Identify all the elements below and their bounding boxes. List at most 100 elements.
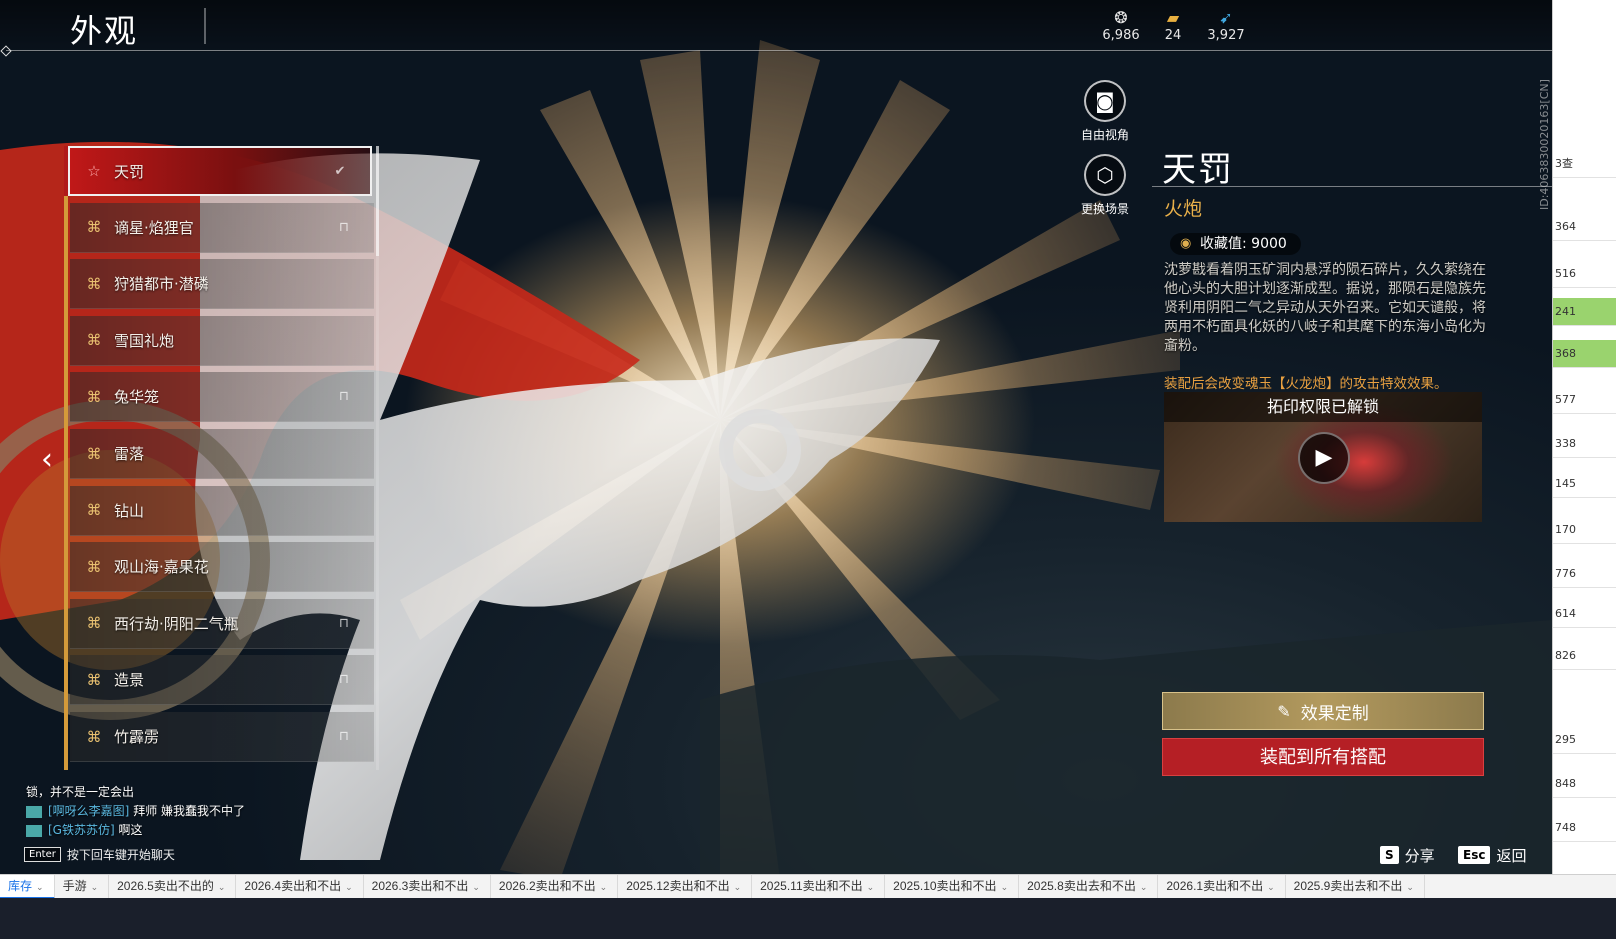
currency-jade: ❂ 6,986	[1096, 8, 1146, 43]
appearance-mark-icon: ⌘	[86, 557, 102, 576]
chat-sender[interactable]: [啊呀么李嘉图]	[48, 804, 129, 818]
appearance-mark-icon: ⌘	[86, 727, 102, 746]
sheet-cell[interactable]: 848	[1553, 770, 1616, 798]
lock-icon: ⊓	[338, 729, 350, 744]
play-icon[interactable]: ▶	[1298, 432, 1350, 484]
sheet-cell[interactable]: 614	[1553, 600, 1616, 628]
free-view-label: 自由视角	[1080, 128, 1129, 142]
sheet-tab-label: 2026.5卖出不出的	[117, 879, 214, 893]
share-hint[interactable]: S 分享	[1380, 844, 1435, 866]
spreadsheet-column: 3查 364 516 241 368 577 338 145 170 776 614 826 295 84…	[1552, 0, 1616, 874]
sheet-tab[interactable]: 2026.5卖出不出的 ⌄	[109, 875, 237, 899]
chat-channel-icon	[26, 805, 42, 818]
back-hint[interactable]: Esc 返回	[1458, 844, 1526, 866]
list-item[interactable]: ⌘ 西行劫·阴阳二气瓶 ⊓	[70, 598, 374, 649]
list-item[interactable]: ⌘ 狩猎都市·潜磷	[70, 259, 374, 310]
sheet-cell[interactable]: 295	[1553, 726, 1616, 754]
sheet-cell[interactable]: 241	[1553, 298, 1616, 326]
list-item[interactable]: ⌘ 竹霹雳 ⊓	[70, 712, 374, 762]
sheet-tab[interactable]: 2025.11卖出和不出 ⌄	[752, 875, 886, 899]
sheet-cell[interactable]: 3查	[1553, 150, 1616, 178]
appearance-mark-icon: ⌘	[86, 614, 102, 633]
sheet-cell[interactable]: 338	[1553, 430, 1616, 458]
chevron-down-icon[interactable]: ⌄	[600, 882, 608, 892]
list-item[interactable]: ⌘ 钻山	[70, 485, 374, 536]
game-viewport[interactable]: 外观 ❂ 6,986 ▰ 24 ➹ 3,927 ☆ 天罚 ✔ ⌘ 谪星·焰狸官 ⊓ ⌘ 狩猎都…	[0, 0, 1552, 900]
top-bar	[0, 0, 1552, 52]
sheet-tab-label: 手游	[62, 879, 87, 893]
scene-icon: ⬡	[1084, 154, 1126, 196]
sheet-tab-label: 2025.8卖出去和不出	[1027, 879, 1136, 893]
chevron-down-icon[interactable]: ⌄	[91, 882, 99, 892]
list-item[interactable]: ⌘ 谪星·焰狸官 ⊓	[70, 202, 374, 253]
ticket-currency-icon: ▰	[1166, 8, 1180, 27]
page-title: 外观	[70, 12, 139, 50]
sheet-tab[interactable]: 2025.8卖出去和不出 ⌄	[1019, 875, 1159, 899]
collection-value-badge: ◉ 收藏值: 9000	[1170, 233, 1301, 255]
sheet-cell[interactable]: 826	[1553, 642, 1616, 670]
chevron-left-icon[interactable]: ‹	[34, 438, 60, 482]
check-icon: ✔	[334, 163, 346, 179]
equip-all-button[interactable]: 装配到所有搭配	[1162, 738, 1484, 776]
sheet-tab[interactable]: 2025.9卖出去和不出 ⌄	[1286, 875, 1425, 899]
sheet-cell[interactable]: 577	[1553, 386, 1616, 414]
sheet-tab[interactable]: 2025.12卖出和不出 ⌄	[618, 875, 753, 899]
chevron-down-icon[interactable]: ⌄	[218, 882, 226, 892]
chevron-down-icon[interactable]: ⌄	[1406, 882, 1414, 892]
chevron-down-icon[interactable]: ⌄	[36, 882, 44, 892]
chat-text: 啊这	[118, 823, 143, 837]
sheet-tab[interactable]: 2026.1卖出和不出 ⌄	[1158, 875, 1286, 899]
chevron-down-icon[interactable]: ⌄	[1001, 882, 1009, 892]
share-key: S	[1380, 846, 1399, 864]
chevron-down-icon[interactable]: ⌄	[472, 882, 480, 892]
currency-value: 6,986	[1102, 28, 1140, 43]
list-accent-track	[64, 146, 68, 770]
change-scene-button[interactable]: ⬡ 更换场景	[1078, 154, 1132, 217]
sheet-cell[interactable]: 364	[1553, 213, 1616, 241]
sheet-tab[interactable]: 2026.4卖出和不出 ⌄	[236, 875, 364, 899]
list-scroll-thumb[interactable]	[376, 146, 379, 256]
chevron-down-icon[interactable]: ⌄	[867, 882, 875, 892]
top-divider	[6, 50, 1552, 51]
lock-icon: ⊓	[338, 219, 350, 235]
sheet-tab-label: 2025.9卖出去和不出	[1293, 879, 1403, 893]
free-view-button[interactable]: ◙ 自由视角	[1078, 80, 1132, 143]
detail-divider	[1152, 186, 1552, 187]
list-item[interactable]: ⌘ 兔华笼 ⊓	[70, 372, 374, 423]
chat-text: 锁，并不是一定会出	[26, 785, 135, 799]
sheet-cell[interactable]: 516	[1553, 260, 1616, 288]
sheet-cell[interactable]: 776	[1553, 560, 1616, 588]
change-scene-label: 更换场景	[1080, 202, 1129, 216]
customize-effect-button[interactable]: ✎ 效果定制	[1162, 692, 1484, 730]
sheet-cell[interactable]: 145	[1553, 470, 1616, 498]
list-item[interactable]: ⌘ 造景 ⊓	[70, 655, 374, 706]
sheet-tab[interactable]: 2026.3卖出和不出 ⌄	[364, 875, 491, 899]
chat-sender[interactable]: [G铁苏苏仿]	[48, 823, 115, 837]
list-item[interactable]: ☆ 天罚 ✔	[68, 146, 372, 196]
chevron-down-icon[interactable]: ⌄	[734, 882, 742, 892]
chevron-down-icon[interactable]: ⌄	[345, 882, 353, 892]
list-item[interactable]: ⌘ 雷落	[70, 429, 374, 479]
item-label: 兔华笼	[114, 388, 160, 407]
chevron-down-icon[interactable]: ⌄	[1267, 882, 1275, 892]
preview-video[interactable]: 拓印权限已解锁 ▶	[1164, 392, 1482, 522]
chat-input-hint[interactable]: Enter 按下回车键开始聊天	[24, 846, 175, 863]
sheet-tab[interactable]: 2025.10卖出和不出 ⌄	[885, 875, 1020, 899]
sheet-tab[interactable]: 手游 ⌄	[55, 875, 110, 899]
list-item[interactable]: ⌘ 观山海·嘉果花	[70, 542, 374, 593]
currency-value: 24	[1164, 28, 1182, 43]
back-label: 返回	[1496, 846, 1527, 865]
sheet-tab[interactable]: 库存 ⌄	[0, 875, 55, 899]
list-item[interactable]: ⌘ 雪国礼炮	[70, 315, 374, 366]
star-icon: ☆	[87, 162, 101, 180]
chevron-down-icon[interactable]: ⌄	[1140, 882, 1148, 892]
sheet-cell[interactable]: 748	[1553, 814, 1616, 842]
chat-channel-icon	[26, 824, 42, 837]
sheet-cell[interactable]: 170	[1553, 516, 1616, 544]
item-label: 雷落	[114, 445, 145, 463]
chat-input-label: 按下回车键开始聊天	[66, 848, 175, 862]
currency-ticket: ▰ 24	[1148, 8, 1198, 43]
sheet-tab[interactable]: 2026.2卖出和不出 ⌄	[491, 875, 619, 899]
sheet-cell[interactable]: 368	[1553, 340, 1616, 368]
feather-currency-icon: ➹	[1219, 8, 1233, 27]
